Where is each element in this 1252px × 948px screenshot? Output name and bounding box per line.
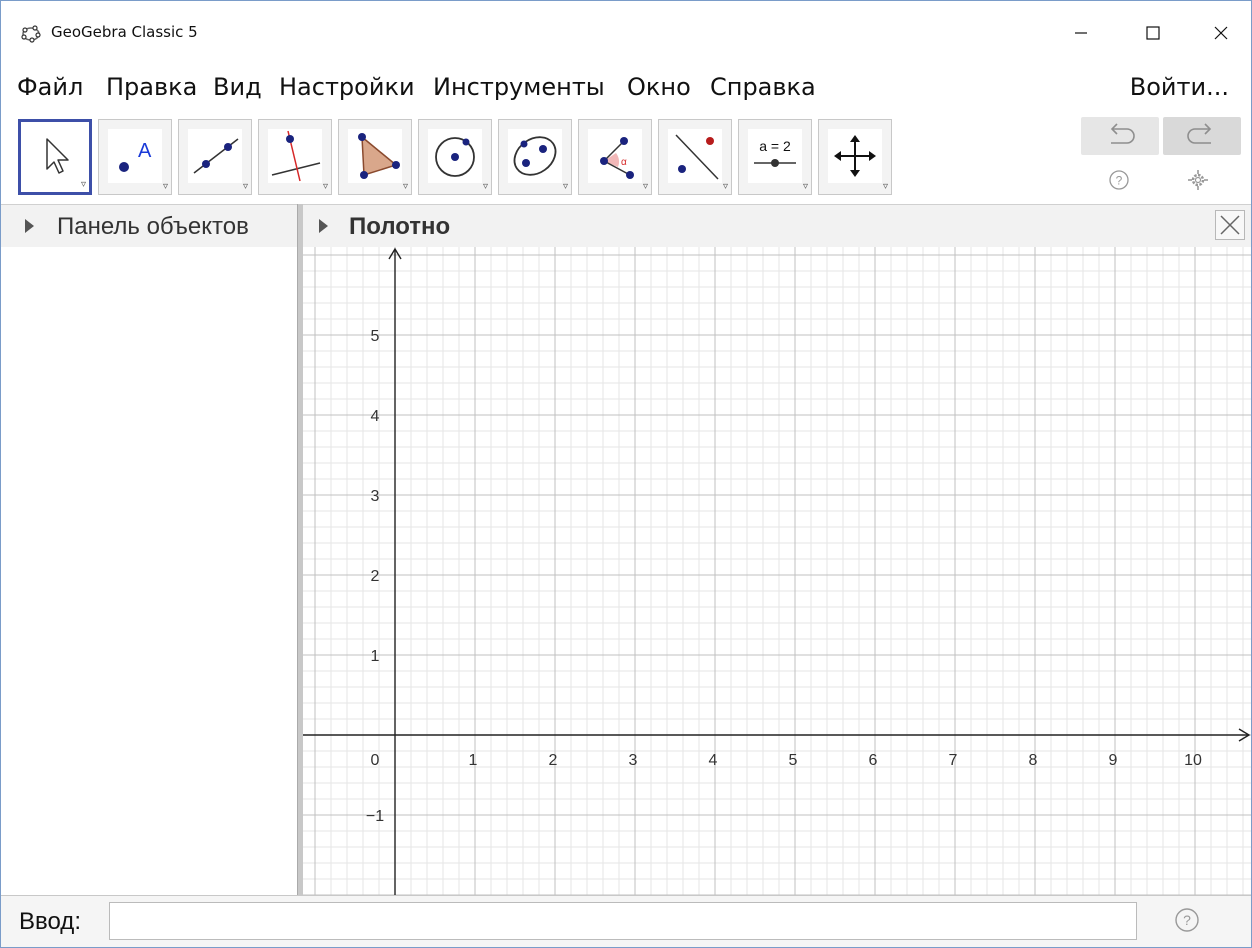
arrow-cursor-icon: [46, 138, 69, 174]
chevron-down-icon: ▿: [322, 181, 328, 192]
chevron-down-icon: ▿: [162, 181, 168, 192]
y-tick-label: 5: [371, 328, 380, 345]
x-tick-label: 1: [469, 752, 478, 769]
geogebra-window: GeoGebra Classic 5 Файл Правка Вид Настр…: [0, 0, 1252, 948]
chevron-down-icon: ▿: [882, 181, 888, 192]
polygon-tool[interactable]: ▿: [338, 119, 412, 195]
move-graphics-icon: [834, 135, 876, 177]
close-icon: [1220, 215, 1240, 235]
polygon-icon: [358, 133, 400, 179]
geogebra-app-icon: [21, 25, 41, 43]
line-through-two-points-icon: [193, 138, 239, 174]
x-tick-label: 2: [549, 752, 558, 769]
ellipse-icon: [513, 136, 557, 176]
minimize-button[interactable]: [1051, 1, 1111, 65]
menu-tools[interactable]: Инструменты: [433, 73, 605, 101]
x-tick-label: 9: [1109, 752, 1118, 769]
menu-window[interactable]: Окно: [627, 73, 691, 101]
svg-text:?: ?: [1183, 912, 1191, 928]
login-link[interactable]: Войти...: [1130, 73, 1229, 101]
redo-icon: [1187, 123, 1212, 144]
y-tick-label: 3: [371, 488, 380, 505]
input-label: Ввод:: [19, 908, 81, 935]
slider-label: a = 2: [759, 138, 791, 154]
chevron-down-icon: ▿: [242, 181, 248, 192]
close-view-button[interactable]: [1215, 210, 1245, 240]
x-tick-label: 4: [709, 752, 718, 769]
circle-with-center-icon: [435, 137, 475, 177]
algebra-panel-title[interactable]: Панель объектов: [57, 213, 249, 241]
slider-tool[interactable]: a = 2 ▿: [738, 119, 812, 195]
x-tick-label: 0: [371, 752, 380, 769]
chevron-down-icon: ▿: [402, 181, 408, 192]
chevron-down-icon: ▿: [642, 181, 648, 192]
menu-bar: Файл Правка Вид Настройки Инструменты Ок…: [1, 65, 1251, 109]
reflect-about-line-icon: [675, 134, 719, 180]
move-graphics-tool[interactable]: ▿: [818, 119, 892, 195]
perpendicular-line-tool[interactable]: ▿: [258, 119, 332, 195]
slider-icon: a = 2: [754, 138, 796, 167]
line-tool[interactable]: ▿: [178, 119, 252, 195]
undo-icon: [1110, 123, 1135, 144]
algebra-view[interactable]: [1, 247, 297, 895]
expand-arrow-icon[interactable]: [25, 219, 34, 233]
chevron-down-icon: ▿: [80, 179, 86, 190]
coordinate-grid[interactable]: 0 1 2 3 4 5 6 7 8 9 10 5 4 3 2 1 −1: [303, 247, 1251, 895]
maximize-icon: [1146, 26, 1160, 40]
minimize-icon: [1075, 32, 1087, 34]
menu-settings[interactable]: Настройки: [279, 73, 415, 101]
panel-header-bar: Панель объектов Полотно: [1, 204, 1251, 248]
y-tick-label: 4: [371, 408, 380, 425]
graphics-panel-title[interactable]: Полотно: [349, 213, 450, 241]
move-tool[interactable]: ▿: [18, 119, 92, 195]
input-field[interactable]: [109, 902, 1137, 940]
ellipse-tool[interactable]: ▿: [498, 119, 572, 195]
circle-tool[interactable]: ▿: [418, 119, 492, 195]
close-button[interactable]: [1191, 1, 1251, 65]
graphics-view[interactable]: 0 1 2 3 4 5 6 7 8 9 10 5 4 3 2 1 −1: [303, 247, 1251, 895]
chevron-down-icon: ▿: [562, 181, 568, 192]
y-tick-label: 2: [371, 568, 380, 585]
maximize-button[interactable]: [1123, 1, 1183, 65]
chevron-down-icon: ▿: [482, 181, 488, 192]
close-icon: [1214, 26, 1228, 40]
y-tick-label: 1: [371, 648, 380, 665]
x-tick-label: 6: [869, 752, 878, 769]
menu-file[interactable]: Файл: [17, 73, 83, 101]
x-tick-label: 5: [789, 752, 798, 769]
perpendicular-line-icon: [271, 130, 321, 182]
help-icon[interactable]: ?: [1108, 169, 1130, 191]
point-tool[interactable]: A ▿: [98, 119, 172, 195]
window-title: GeoGebra Classic 5: [51, 23, 198, 41]
undo-button[interactable]: [1081, 117, 1159, 155]
menu-view[interactable]: Вид: [213, 73, 262, 101]
y-tick-label: −1: [366, 808, 384, 825]
reflect-tool[interactable]: ▿: [658, 119, 732, 195]
x-tick-label: 3: [629, 752, 638, 769]
expand-arrow-icon[interactable]: [319, 219, 328, 233]
redo-button[interactable]: [1163, 117, 1241, 155]
toolbar: ▿ A ▿ ▿ ▿ ▿ ▿ ▿ α ▿ ▿ a = 2 ▿ ▿ ?: [1, 111, 1251, 203]
menu-edit[interactable]: Правка: [106, 73, 197, 101]
x-tick-label: 10: [1184, 752, 1202, 769]
point-icon: A: [119, 140, 152, 172]
help-icon[interactable]: ?: [1173, 906, 1201, 934]
svg-text:?: ?: [1116, 174, 1123, 188]
angle-label: α: [621, 157, 627, 168]
angle-tool[interactable]: α ▿: [578, 119, 652, 195]
x-tick-label: 8: [1029, 752, 1038, 769]
angle-icon: α: [600, 137, 634, 179]
input-bar: Ввод: ?: [1, 895, 1251, 947]
point-label: A: [138, 140, 152, 162]
gear-icon[interactable]: [1187, 169, 1209, 191]
menu-help[interactable]: Справка: [710, 73, 816, 101]
chevron-down-icon: ▿: [722, 181, 728, 192]
x-tick-label: 7: [949, 752, 958, 769]
title-bar: GeoGebra Classic 5: [1, 1, 1251, 65]
chevron-down-icon: ▿: [802, 181, 808, 192]
